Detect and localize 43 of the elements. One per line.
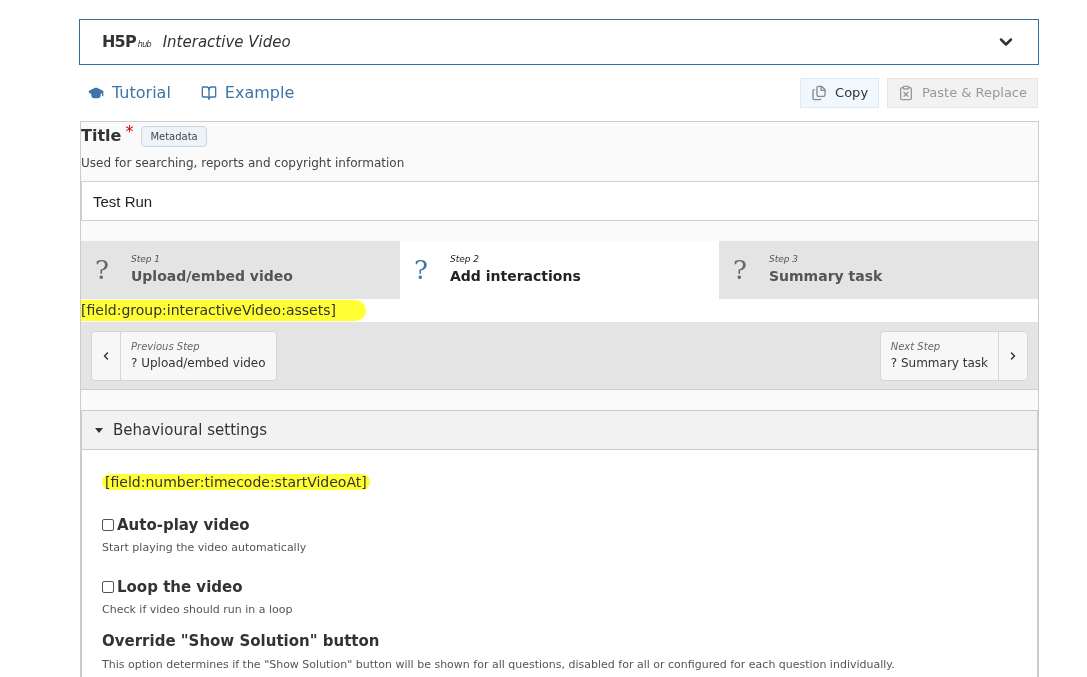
next-step-button[interactable]: Next Step ? Summary task bbox=[879, 330, 1028, 381]
group-header[interactable]: Behavioural settings bbox=[82, 411, 1037, 450]
copy-button[interactable]: Copy bbox=[800, 78, 880, 108]
nav-label: ? Upload/embed video bbox=[131, 355, 266, 372]
checkbox[interactable] bbox=[102, 581, 114, 594]
field-label: Title bbox=[81, 125, 122, 147]
help-link[interactable]: Tutorial bbox=[88, 81, 171, 105]
step-label: Upload/embed video bbox=[130, 267, 293, 287]
step-number: Step 1 bbox=[130, 252, 162, 266]
title-input[interactable]: Test Run bbox=[81, 181, 1039, 221]
metadata-button[interactable]: Metadata bbox=[141, 125, 207, 147]
question-mark-icon: ? bbox=[95, 250, 109, 290]
setting-title: Override "Show Solution" button bbox=[102, 632, 381, 650]
field-description: Used for searching, reports and copyright information bbox=[81, 155, 406, 172]
h5p-hub-logo: H5P hub bbox=[102, 31, 151, 53]
required-mark: * bbox=[125, 121, 134, 143]
graduation-cap-icon bbox=[88, 85, 104, 101]
nav-caption: Next Step bbox=[890, 340, 941, 354]
nav-caption: Previous Step bbox=[131, 340, 200, 354]
field-placeholder-text: [field:group:interactiveVideo:assets] bbox=[81, 300, 366, 321]
help-link[interactable]: Example bbox=[200, 81, 295, 105]
question-mark-icon: ? bbox=[733, 250, 747, 290]
step-label: Add interactions bbox=[449, 267, 581, 287]
option-label: Auto-play video bbox=[117, 515, 250, 536]
nav-label: ? Summary task bbox=[890, 355, 988, 372]
checkbox[interactable] bbox=[102, 519, 114, 532]
book-icon bbox=[200, 85, 217, 101]
previous-step-button[interactable]: Previous Step ? Upload/embed video bbox=[91, 330, 277, 381]
caret-icon bbox=[95, 427, 103, 433]
question-mark-icon: ? bbox=[414, 250, 428, 290]
option-description: Start playing the video automatically bbox=[102, 539, 308, 556]
step-tab[interactable]: ? Step 2 Add interactions bbox=[400, 241, 719, 299]
step-label: Summary task bbox=[768, 267, 883, 287]
copy-icon bbox=[811, 85, 828, 101]
step-number: Step 3 bbox=[768, 252, 800, 266]
setting-description: This option determines if the "Show Solution" button will be shown for all questions, disabled for all or configured for each question individually. bbox=[102, 658, 896, 672]
step-number: Step 2 bbox=[449, 252, 481, 266]
content-type-title: Interactive Video bbox=[162, 31, 291, 53]
option-label: Loop the video bbox=[117, 577, 243, 598]
option-description: Check if video should run in a loop bbox=[102, 601, 294, 618]
content-type-header[interactable]: H5P hub Interactive Video bbox=[79, 19, 1039, 65]
clipboard-icon bbox=[898, 85, 915, 101]
field-placeholder-text: [field:number:timecode:startVideoAt] bbox=[102, 474, 370, 490]
